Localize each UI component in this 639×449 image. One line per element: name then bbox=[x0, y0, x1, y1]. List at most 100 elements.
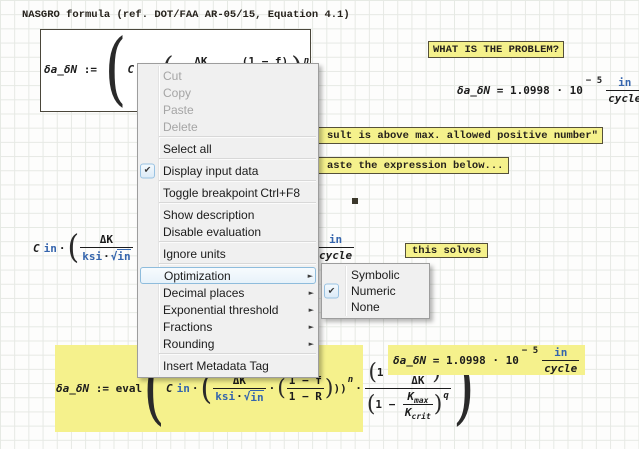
menu-item-label: Rounding bbox=[163, 337, 309, 351]
var-C: C bbox=[127, 63, 134, 76]
fraction-bar bbox=[606, 90, 639, 91]
menu-item-disable-evaluation[interactable]: Disable evaluation bbox=[138, 223, 318, 240]
menu-item-insert-metadata-tag[interactable]: Insert Metadata Tag bbox=[138, 357, 318, 374]
unit-in: in bbox=[327, 233, 344, 246]
menu-item-numeric[interactable]: ✔ Numeric bbox=[322, 283, 429, 299]
menu-item-label: Fractions bbox=[163, 320, 309, 334]
times-ten: · 10 bbox=[550, 84, 583, 97]
assign-op: := bbox=[77, 63, 104, 76]
solves-comment-region[interactable]: this solves bbox=[405, 243, 488, 258]
menu-item-show-description[interactable]: Show description bbox=[138, 206, 318, 223]
menu-item-optimization[interactable]: Optimization► bbox=[140, 267, 316, 284]
eval-keyword: eval bbox=[116, 382, 143, 395]
denominator: ksi·√in bbox=[213, 390, 265, 404]
menu-item-label: Ignore units bbox=[163, 247, 310, 261]
menu-item-label: Delete bbox=[163, 120, 310, 134]
unit-in: in bbox=[616, 76, 633, 89]
check-icon: ✔ bbox=[140, 163, 155, 178]
equals-op: = bbox=[490, 84, 510, 97]
submenu-arrow-icon: ► bbox=[308, 272, 313, 280]
check-icon: ✔ bbox=[324, 284, 339, 299]
submenu-arrow-icon: ► bbox=[309, 289, 314, 297]
mantissa: 1.0998 bbox=[510, 84, 550, 97]
menu-item-ignore-units[interactable]: Ignore units bbox=[138, 245, 318, 262]
unit-cycle: cycle bbox=[606, 92, 639, 105]
submenu-arrow-icon: ► bbox=[309, 323, 314, 331]
menu-item-toggle-breakpoint[interactable]: Toggle breakpointCtrl+F8 bbox=[138, 184, 318, 201]
mantissa: 1.0998 bbox=[446, 354, 486, 367]
denominator: ksi·√in bbox=[80, 249, 132, 263]
menu-item-label: Toggle breakpoint bbox=[163, 186, 260, 200]
mid-unit-fraction: in cycle bbox=[316, 232, 355, 262]
fraction-bar bbox=[317, 247, 354, 248]
result-bottom: δa_δN = 1.0998 · 10− 5incycle bbox=[393, 345, 580, 375]
denominator: 1 − R bbox=[287, 390, 324, 403]
menu-item-label: Copy bbox=[163, 86, 310, 100]
menu-item-rounding[interactable]: Rounding► bbox=[138, 335, 318, 352]
menu-item-label: Numeric bbox=[351, 284, 421, 298]
fraction-bar bbox=[287, 388, 324, 389]
optimization-submenu: Symbolic ✔ Numeric None bbox=[321, 263, 430, 319]
fraction-bar bbox=[365, 388, 451, 389]
times-ten: · 10 bbox=[486, 354, 519, 367]
menu-item-label: Paste bbox=[163, 103, 310, 117]
menu-item-label: Symbolic bbox=[351, 268, 421, 282]
menu-item-label: Decimal places bbox=[163, 286, 309, 300]
cdot-op: · bbox=[59, 242, 66, 255]
fraction-dk-ksi: ΔK ksi·√in bbox=[80, 233, 132, 263]
menu-item-decimal-places[interactable]: Decimal places► bbox=[138, 284, 318, 301]
menu-item-fractions[interactable]: Fractions► bbox=[138, 318, 318, 335]
numerator: ΔK bbox=[98, 233, 115, 246]
unit-fraction: incycle bbox=[542, 346, 579, 375]
fraction-bar bbox=[213, 388, 265, 389]
paren-open: ( bbox=[277, 378, 286, 400]
smath-worksheet: NASGRO formula (ref. DOT/FAA AR-05/15, E… bbox=[0, 0, 639, 449]
title-comment-region[interactable]: NASGRO formula (ref. DOT/FAA AR-05/15, E… bbox=[22, 9, 350, 21]
menu-item-none[interactable]: None bbox=[322, 299, 429, 315]
lhs-var: δa_δN bbox=[44, 63, 77, 76]
menu-item-label: Cut bbox=[163, 69, 310, 83]
assign-op: := bbox=[89, 382, 116, 395]
menu-item-label: Display input data bbox=[163, 164, 310, 178]
unit-in: in bbox=[177, 382, 190, 395]
menu-item-label: Disable evaluation bbox=[163, 225, 310, 239]
paren-open: ( bbox=[68, 232, 80, 265]
exponent: − 5 bbox=[522, 346, 538, 356]
cdot-op: · bbox=[269, 382, 276, 395]
result-bottom-region[interactable]: δa_δN = 1.0998 · 10− 5incycle bbox=[388, 345, 585, 375]
unit-in: in bbox=[44, 242, 57, 255]
lhs-var: δa_δN bbox=[457, 84, 490, 97]
context-menu: Cut Copy Paste Delete Select all ✔ Display inp… bbox=[137, 63, 319, 378]
menu-item-label: Insert Metadata Tag bbox=[163, 359, 310, 373]
var-C: C bbox=[33, 242, 40, 255]
unit-fraction: in cycle bbox=[317, 233, 354, 262]
cdot-op: · bbox=[355, 382, 362, 395]
result-top[interactable]: δa_δN = 1.0998 · 10− 5 in cycle bbox=[457, 74, 639, 106]
problem-comment-region[interactable]: WHAT IS THE PROBLEM? bbox=[428, 41, 564, 58]
menu-item-delete[interactable]: Delete bbox=[138, 118, 318, 135]
fraction-f-R: 1 − f1 − R bbox=[287, 374, 324, 403]
submenu-arrow-icon: ► bbox=[309, 306, 314, 314]
menu-item-label: Optimization bbox=[164, 269, 308, 283]
paste-comment-region[interactable]: aste the expression below... bbox=[300, 157, 509, 174]
menu-item-select-all[interactable]: Select all bbox=[138, 140, 318, 157]
fraction-bar bbox=[542, 360, 579, 361]
menu-item-symbolic[interactable]: Symbolic bbox=[322, 267, 429, 283]
menu-item-label: None bbox=[351, 300, 421, 314]
unit-cycle: cycle bbox=[317, 249, 354, 262]
menu-item-display-input-data[interactable]: ✔ Display input data bbox=[138, 162, 318, 179]
cdot-op: · bbox=[192, 382, 199, 395]
lhs-var: δa_δN bbox=[56, 382, 89, 395]
menu-item-paste[interactable]: Paste bbox=[138, 101, 318, 118]
menu-item-label: Show description bbox=[163, 208, 310, 222]
exponent: − 5 bbox=[586, 76, 602, 86]
unit-fraction: in cycle bbox=[606, 76, 639, 105]
menu-item-cut[interactable]: Cut bbox=[138, 67, 318, 84]
menu-item-exponential-threshold[interactable]: Exponential threshold► bbox=[138, 301, 318, 318]
exponent-n: n bbox=[348, 375, 353, 385]
menu-item-copy[interactable]: Copy bbox=[138, 84, 318, 101]
error-comment-region[interactable]: sult is above max. allowed positive numb… bbox=[300, 127, 603, 144]
paren-close: ) bbox=[325, 378, 334, 400]
big-paren-open: ( bbox=[105, 30, 127, 110]
submenu-arrow-icon: ► bbox=[309, 340, 314, 348]
